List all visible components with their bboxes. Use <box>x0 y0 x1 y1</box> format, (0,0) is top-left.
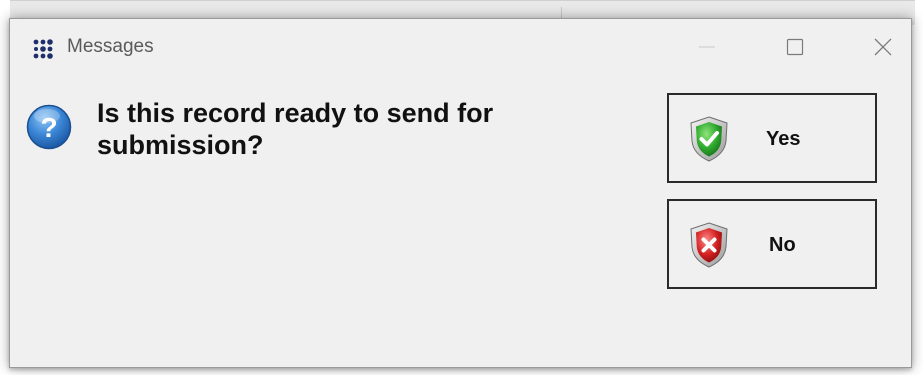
shield-x-icon <box>688 221 730 269</box>
minimize-icon <box>697 37 717 62</box>
minimize-button[interactable] <box>684 29 730 69</box>
shield-check-icon <box>688 115 730 163</box>
maximize-button[interactable] <box>772 29 818 69</box>
svg-text:?: ? <box>40 112 57 143</box>
dots-grid-icon <box>32 38 58 60</box>
no-button-label: No <box>769 234 796 256</box>
message-dialog: Messages ? Is this record ready to send … <box>9 18 912 368</box>
title-bar[interactable]: Messages <box>10 19 911 77</box>
yes-button-label: Yes <box>766 128 801 150</box>
maximize-icon <box>785 37 805 62</box>
screen: Messages ? Is this record ready to send … <box>0 0 923 375</box>
close-icon <box>873 37 893 62</box>
close-button[interactable] <box>860 29 906 69</box>
question-icon: ? <box>26 104 72 150</box>
yes-button[interactable]: Yes <box>667 93 877 183</box>
dialog-message: Is this record ready to send for submiss… <box>97 98 494 160</box>
no-button[interactable]: No <box>667 199 877 289</box>
window-title: Messages <box>67 36 154 57</box>
